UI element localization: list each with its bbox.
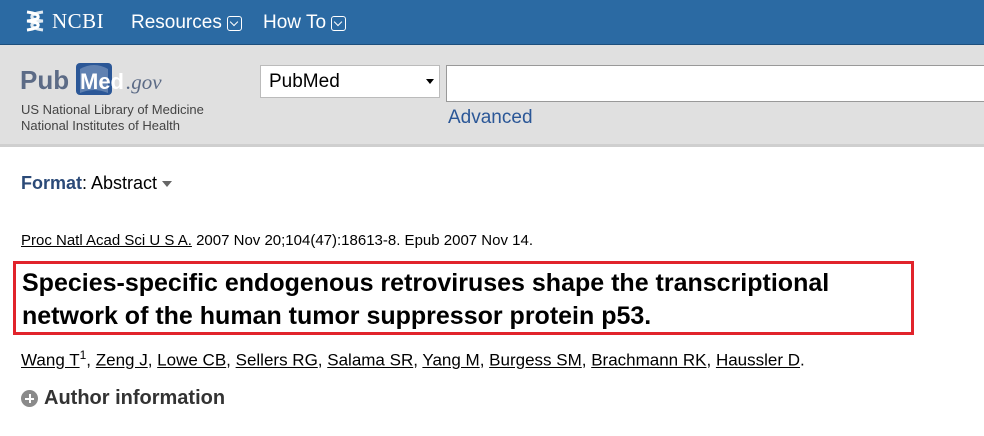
format-selector[interactable]: Format: Abstract: [21, 173, 173, 194]
pubmed-logo[interactable]: Pub Med .gov: [20, 59, 190, 99]
author-link[interactable]: Lowe CB: [157, 351, 226, 370]
pubmed-logo-med: Med: [80, 69, 124, 94]
author-link[interactable]: Brachmann RK: [591, 351, 706, 370]
pubmed-logo-gov: .gov: [126, 70, 162, 94]
expand-plus-icon: [21, 390, 38, 407]
author-information-label: Author information: [44, 387, 226, 409]
author-link[interactable]: Salama SR: [327, 351, 413, 370]
caret-down-icon: [162, 181, 173, 188]
citation-details: 2007 Nov 20;104(47):18613-8. Epub 2007 N…: [191, 232, 533, 249]
author-list: Wang T1, Zeng J, Lowe CB, Sellers RG, Sa…: [21, 348, 805, 370]
dropdown-arrow-icon: [426, 79, 434, 84]
format-value: Abstract: [91, 173, 158, 193]
ncbi-logo[interactable]: NCBI: [22, 8, 104, 34]
author-link[interactable]: Wang T: [21, 351, 80, 370]
how-to-menu[interactable]: How To: [263, 12, 347, 34]
author-link[interactable]: Haussler D: [716, 351, 800, 370]
author-information-toggle[interactable]: Author information: [21, 387, 225, 410]
article-title: Species-specific endogenous retroviruses…: [22, 269, 830, 330]
database-select-value: PubMed: [269, 71, 340, 92]
resources-label: Resources: [131, 12, 222, 33]
author-link[interactable]: Zeng J: [96, 351, 148, 370]
nlm-subtitle: US National Library of Medicine: [21, 102, 204, 117]
database-select[interactable]: PubMed: [260, 65, 440, 98]
advanced-search-link[interactable]: Advanced: [448, 107, 533, 129]
search-bar: Pub Med .gov US National Library of Medi…: [0, 45, 984, 147]
journal-link[interactable]: Proc Natl Acad Sci U S A.: [21, 232, 192, 249]
how-to-label: How To: [263, 12, 327, 33]
author-link[interactable]: Sellers RG: [236, 351, 318, 370]
author-link[interactable]: Burgess SM: [489, 351, 582, 370]
chevron-down-icon: [226, 15, 242, 31]
format-label: Format: [21, 173, 83, 193]
author-link[interactable]: Yang M: [422, 351, 479, 370]
chevron-down-icon: [331, 15, 347, 31]
search-input[interactable]: [446, 65, 984, 102]
resources-menu[interactable]: Resources: [131, 12, 242, 34]
ncbi-logo-text: NCBI: [52, 8, 105, 33]
ncbi-header: NCBI Resources How To: [0, 0, 984, 45]
nih-subtitle: National Institutes of Health: [21, 118, 180, 133]
pubmed-logo-pub: Pub: [20, 65, 69, 95]
ncbi-helix-icon: [26, 10, 44, 32]
citation-line: Proc Natl Acad Sci U S A. 2007 Nov 20;10…: [21, 232, 533, 249]
